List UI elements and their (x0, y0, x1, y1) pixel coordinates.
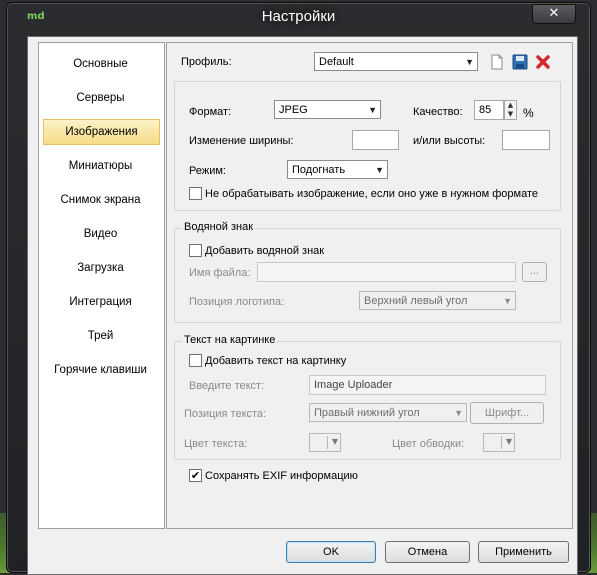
add-text-checkbox[interactable] (189, 354, 202, 367)
sidebar-item-tray[interactable]: Трей (43, 324, 158, 348)
browse-button[interactable]: ... (522, 262, 547, 282)
chevron-down-icon: ▼ (375, 165, 384, 175)
format-label: Формат: (189, 106, 232, 118)
apply-button[interactable]: Применить (478, 541, 569, 563)
sidebar-item-video[interactable]: Видео (43, 222, 158, 246)
close-button[interactable]: ✕ (532, 4, 576, 24)
chevron-down-icon: ▼ (454, 408, 463, 418)
cancel-button[interactable]: Отмена (385, 541, 470, 563)
watermark-file-input[interactable] (257, 262, 516, 282)
logo-position-value: Верхний левый угол (364, 295, 468, 307)
chevron-down-icon: ▼ (368, 105, 377, 115)
mode-select-value: Подогнать (292, 164, 346, 176)
save-icon[interactable] (512, 54, 528, 70)
save-exif-label: Сохранять EXIF информацию (205, 470, 358, 482)
ok-button[interactable]: OK (286, 541, 376, 563)
text-color-label: Цвет текста: (184, 438, 248, 450)
title-bar[interactable]: md Настройки ✕ (7, 3, 590, 33)
sidebar-item-general[interactable]: Основные (43, 52, 158, 76)
sidebar-item-servers[interactable]: Серверы (43, 86, 158, 110)
profile-select[interactable]: Default ▼ (314, 52, 478, 71)
format-select[interactable]: JPEG ▼ (274, 100, 381, 119)
settings-window: md Настройки ✕ Основные Серверы Изображе… (6, 2, 591, 575)
text-position-label: Позиция текста: (184, 408, 267, 420)
mode-select[interactable]: Подогнать ▼ (287, 160, 388, 179)
height-input[interactable] (502, 130, 550, 150)
quality-label: Качество: (413, 106, 463, 118)
spin-up-icon[interactable]: ▲ (505, 101, 516, 110)
chevron-down-icon: ▼ (505, 437, 512, 446)
skip-processing-label: Не обрабатывать изображение, если оно уж… (205, 188, 538, 200)
height-label: и/или высоты: (413, 135, 486, 147)
sidebar: Основные Серверы Изображения Миниатюры С… (38, 42, 165, 529)
profile-select-value: Default (319, 56, 354, 68)
color-picker-separator (327, 436, 328, 449)
width-label: Изменение ширины: (189, 135, 294, 147)
overlay-text-input[interactable]: Image Uploader (309, 375, 546, 395)
stroke-color-label: Цвет обводки: (392, 438, 465, 450)
chevron-down-icon: ▼ (465, 57, 474, 67)
add-text-label: Добавить текст на картинку (205, 355, 347, 367)
logo-position-select[interactable]: Верхний левый угол ▼ (359, 291, 516, 310)
text-overlay-group-title: Текст на картинке (182, 334, 278, 346)
content-panel: Профиль: Default ▼ Формат: JPEG ▼ Качест… (166, 42, 573, 529)
skip-processing-checkbox[interactable] (189, 187, 202, 200)
add-watermark-checkbox[interactable] (189, 244, 202, 257)
chevron-down-icon: ▼ (331, 437, 338, 446)
format-select-value: JPEG (279, 104, 308, 116)
watermark-file-label: Имя файла: (189, 267, 251, 279)
chevron-down-icon: ▼ (503, 296, 512, 306)
watermark-group-title: Водяной знак (182, 221, 256, 233)
profile-label: Профиль: (181, 56, 232, 68)
enter-text-label: Введите текст: (189, 380, 265, 392)
sidebar-item-hotkeys[interactable]: Горячие клавиши (43, 358, 158, 382)
logo-position-label: Позиция логотипа: (189, 296, 285, 308)
text-color-picker[interactable]: ▼ (309, 433, 341, 452)
add-watermark-label: Добавить водяной знак (205, 245, 325, 257)
width-input[interactable] (352, 130, 399, 150)
stroke-color-picker[interactable]: ▼ (483, 433, 515, 452)
quality-input[interactable]: 85 (474, 100, 504, 120)
text-position-select[interactable]: Правый нижний угол ▼ (309, 403, 467, 422)
text-position-value: Правый нижний угол (314, 407, 420, 419)
delete-icon[interactable] (535, 54, 551, 70)
color-picker-separator (501, 436, 502, 449)
spin-down-icon[interactable]: ▼ (505, 110, 516, 119)
save-exif-checkbox[interactable]: ✔ (189, 469, 202, 482)
sidebar-item-integration[interactable]: Интеграция (43, 290, 158, 314)
window-title: Настройки (261, 8, 336, 25)
font-button[interactable]: Шрифт... (470, 402, 544, 424)
sidebar-item-thumbnails[interactable]: Миниатюры (43, 154, 158, 178)
dialog-client: Основные Серверы Изображения Миниатюры С… (27, 36, 578, 575)
sidebar-item-upload[interactable]: Загрузка (43, 256, 158, 280)
quality-stepper[interactable]: ▲ ▼ (504, 100, 517, 120)
sidebar-item-screenshot[interactable]: Снимок экрана (43, 188, 158, 212)
mode-label: Режим: (189, 165, 226, 177)
sidebar-item-images[interactable]: Изображения (43, 119, 160, 145)
new-file-icon[interactable] (489, 54, 505, 70)
quality-unit: % (523, 106, 534, 120)
